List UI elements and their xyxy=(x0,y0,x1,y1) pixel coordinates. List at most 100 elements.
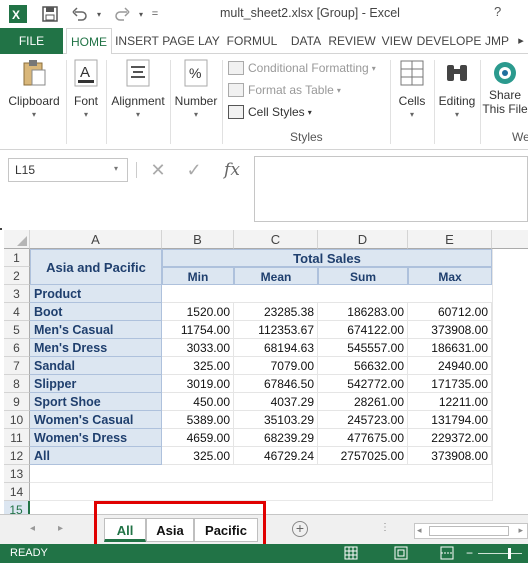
tab-insert[interactable]: INSERT xyxy=(114,28,160,54)
row-header[interactable]: 1 xyxy=(4,249,30,267)
value-cell[interactable]: 28261.00 xyxy=(318,393,408,411)
stat-header-max[interactable]: Max xyxy=(408,267,492,285)
value-cell[interactable]: 674122.00 xyxy=(318,321,408,339)
ribbon-scroll-right-icon[interactable]: ▸ xyxy=(514,28,528,54)
row-header[interactable]: 14 xyxy=(4,483,30,501)
row-header[interactable]: 5 xyxy=(4,321,30,339)
product-label[interactable]: Sport Shoe xyxy=(30,393,162,411)
chevron-down-icon[interactable]: ▾ xyxy=(114,164,118,173)
tab-file[interactable]: FILE xyxy=(0,28,63,54)
value-cell[interactable]: 23285.38 xyxy=(234,303,318,321)
region-header[interactable]: Asia and Pacific xyxy=(30,249,162,285)
scroll-right-icon[interactable]: ▸ xyxy=(518,525,523,536)
value-cell[interactable]: 542772.00 xyxy=(318,375,408,393)
add-sheet-icon[interactable]: + xyxy=(292,521,308,537)
tab-review[interactable]: REVIEW xyxy=(328,28,376,54)
column-header-c[interactable]: C xyxy=(234,230,318,249)
column-header-f[interactable] xyxy=(492,230,528,249)
tab-formulas[interactable]: FORMUL xyxy=(224,28,280,54)
formula-input[interactable] xyxy=(254,156,528,222)
tab-page-layout[interactable]: PAGE LAY xyxy=(162,28,220,54)
value-cell[interactable]: 325.00 xyxy=(162,357,234,375)
tab-developer[interactable]: DEVELOPE xyxy=(416,28,482,54)
product-label[interactable]: Men's Casual xyxy=(30,321,162,339)
name-box[interactable]: L15 xyxy=(8,158,128,182)
tab-jmp[interactable]: JMP xyxy=(482,28,512,54)
value-cell[interactable]: 60712.00 xyxy=(408,303,492,321)
save-icon[interactable] xyxy=(40,4,60,24)
row-header[interactable]: 8 xyxy=(4,375,30,393)
value-cell[interactable]: 450.00 xyxy=(162,393,234,411)
scroll-tabs-right-icon[interactable]: ▸ xyxy=(58,523,63,534)
value-cell[interactable]: 46729.24 xyxy=(234,447,318,465)
value-cell[interactable]: 4659.00 xyxy=(162,429,234,447)
tab-data[interactable]: DATA xyxy=(286,28,326,54)
cancel-icon[interactable]: ✕ xyxy=(146,158,170,182)
tab-view[interactable]: VIEW xyxy=(380,28,414,54)
number-button[interactable]: % Number ▾ xyxy=(172,58,220,119)
row-header[interactable]: 2 xyxy=(4,267,30,285)
scroll-tabs-left-icon[interactable]: ◂ xyxy=(30,523,35,534)
product-label[interactable]: Women's Casual xyxy=(30,411,162,429)
page-layout-view-icon[interactable] xyxy=(394,546,408,560)
undo-dropdown-icon[interactable]: ▾ xyxy=(92,4,106,24)
stat-header-mean[interactable]: Mean xyxy=(234,267,318,285)
product-label[interactable]: Boot xyxy=(30,303,162,321)
product-header[interactable]: Product xyxy=(30,285,162,303)
value-cell[interactable]: 68194.63 xyxy=(234,339,318,357)
value-cell[interactable]: 373908.00 xyxy=(408,321,492,339)
value-cell[interactable]: 186283.00 xyxy=(318,303,408,321)
worksheet-grid[interactable]: A B C D E 1 2 3 4 5 6 7 8 9 10 11 12 13 14 15 Asia and… xyxy=(4,230,528,519)
value-cell[interactable]: 373908.00 xyxy=(408,447,492,465)
enter-icon[interactable]: ✓ xyxy=(182,158,206,182)
stat-header-sum[interactable]: Sum xyxy=(318,267,408,285)
stat-header-min[interactable]: Min xyxy=(162,267,234,285)
row-header[interactable]: 7 xyxy=(4,357,30,375)
customize-quick-access-icon[interactable]: = xyxy=(148,4,162,24)
page-break-view-icon[interactable] xyxy=(440,546,454,560)
product-label[interactable]: Women's Dress xyxy=(30,429,162,447)
zoom-out-icon[interactable]: − xyxy=(466,546,473,560)
value-cell[interactable]: 11754.00 xyxy=(162,321,234,339)
insert-function-icon[interactable]: fx xyxy=(218,158,246,182)
row-header[interactable]: 13 xyxy=(4,465,30,483)
value-cell[interactable]: 112353.67 xyxy=(234,321,318,339)
product-label[interactable]: Men's Dress xyxy=(30,339,162,357)
scrollbar-splitter-icon[interactable]: ⋮ xyxy=(380,522,390,533)
undo-icon[interactable] xyxy=(70,4,90,24)
row-header[interactable]: 10 xyxy=(4,411,30,429)
help-button[interactable]: ? xyxy=(494,4,501,19)
value-cell[interactable]: 12211.00 xyxy=(408,393,492,411)
product-label[interactable]: Slipper xyxy=(30,375,162,393)
value-cell[interactable]: 3033.00 xyxy=(162,339,234,357)
row-header[interactable]: 3 xyxy=(4,285,30,303)
value-cell[interactable]: 3019.00 xyxy=(162,375,234,393)
font-button[interactable]: A Font ▾ xyxy=(68,58,104,119)
total-sales-header[interactable]: Total Sales xyxy=(162,249,492,267)
row-header[interactable]: 12 xyxy=(4,447,30,465)
column-header-b[interactable]: B xyxy=(162,230,234,249)
clipboard-button[interactable]: Clipboard ▾ xyxy=(6,58,62,119)
column-header-d[interactable]: D xyxy=(318,230,408,249)
zoom-slider[interactable] xyxy=(478,553,522,554)
tab-home[interactable]: HOME xyxy=(66,28,112,55)
scroll-left-icon[interactable]: ◂ xyxy=(417,525,422,536)
row-header[interactable]: 11 xyxy=(4,429,30,447)
value-cell[interactable]: 5389.00 xyxy=(162,411,234,429)
row-header[interactable]: 4 xyxy=(4,303,30,321)
empty-row[interactable] xyxy=(30,483,492,501)
editing-button[interactable]: Editing ▾ xyxy=(436,58,478,119)
empty-row-3[interactable] xyxy=(162,285,492,303)
value-cell[interactable]: 1520.00 xyxy=(162,303,234,321)
value-cell[interactable]: 131794.00 xyxy=(408,411,492,429)
alignment-button[interactable]: Alignment ▾ xyxy=(108,58,168,119)
product-label[interactable]: Sandal xyxy=(30,357,162,375)
value-cell[interactable]: 325.00 xyxy=(162,447,234,465)
value-cell[interactable]: 171735.00 xyxy=(408,375,492,393)
normal-view-icon[interactable] xyxy=(344,546,358,560)
column-header-a[interactable]: A xyxy=(30,230,162,249)
value-cell[interactable]: 477675.00 xyxy=(318,429,408,447)
redo-icon[interactable] xyxy=(112,4,132,24)
value-cell[interactable]: 545557.00 xyxy=(318,339,408,357)
redo-dropdown-icon[interactable]: ▾ xyxy=(134,4,148,24)
